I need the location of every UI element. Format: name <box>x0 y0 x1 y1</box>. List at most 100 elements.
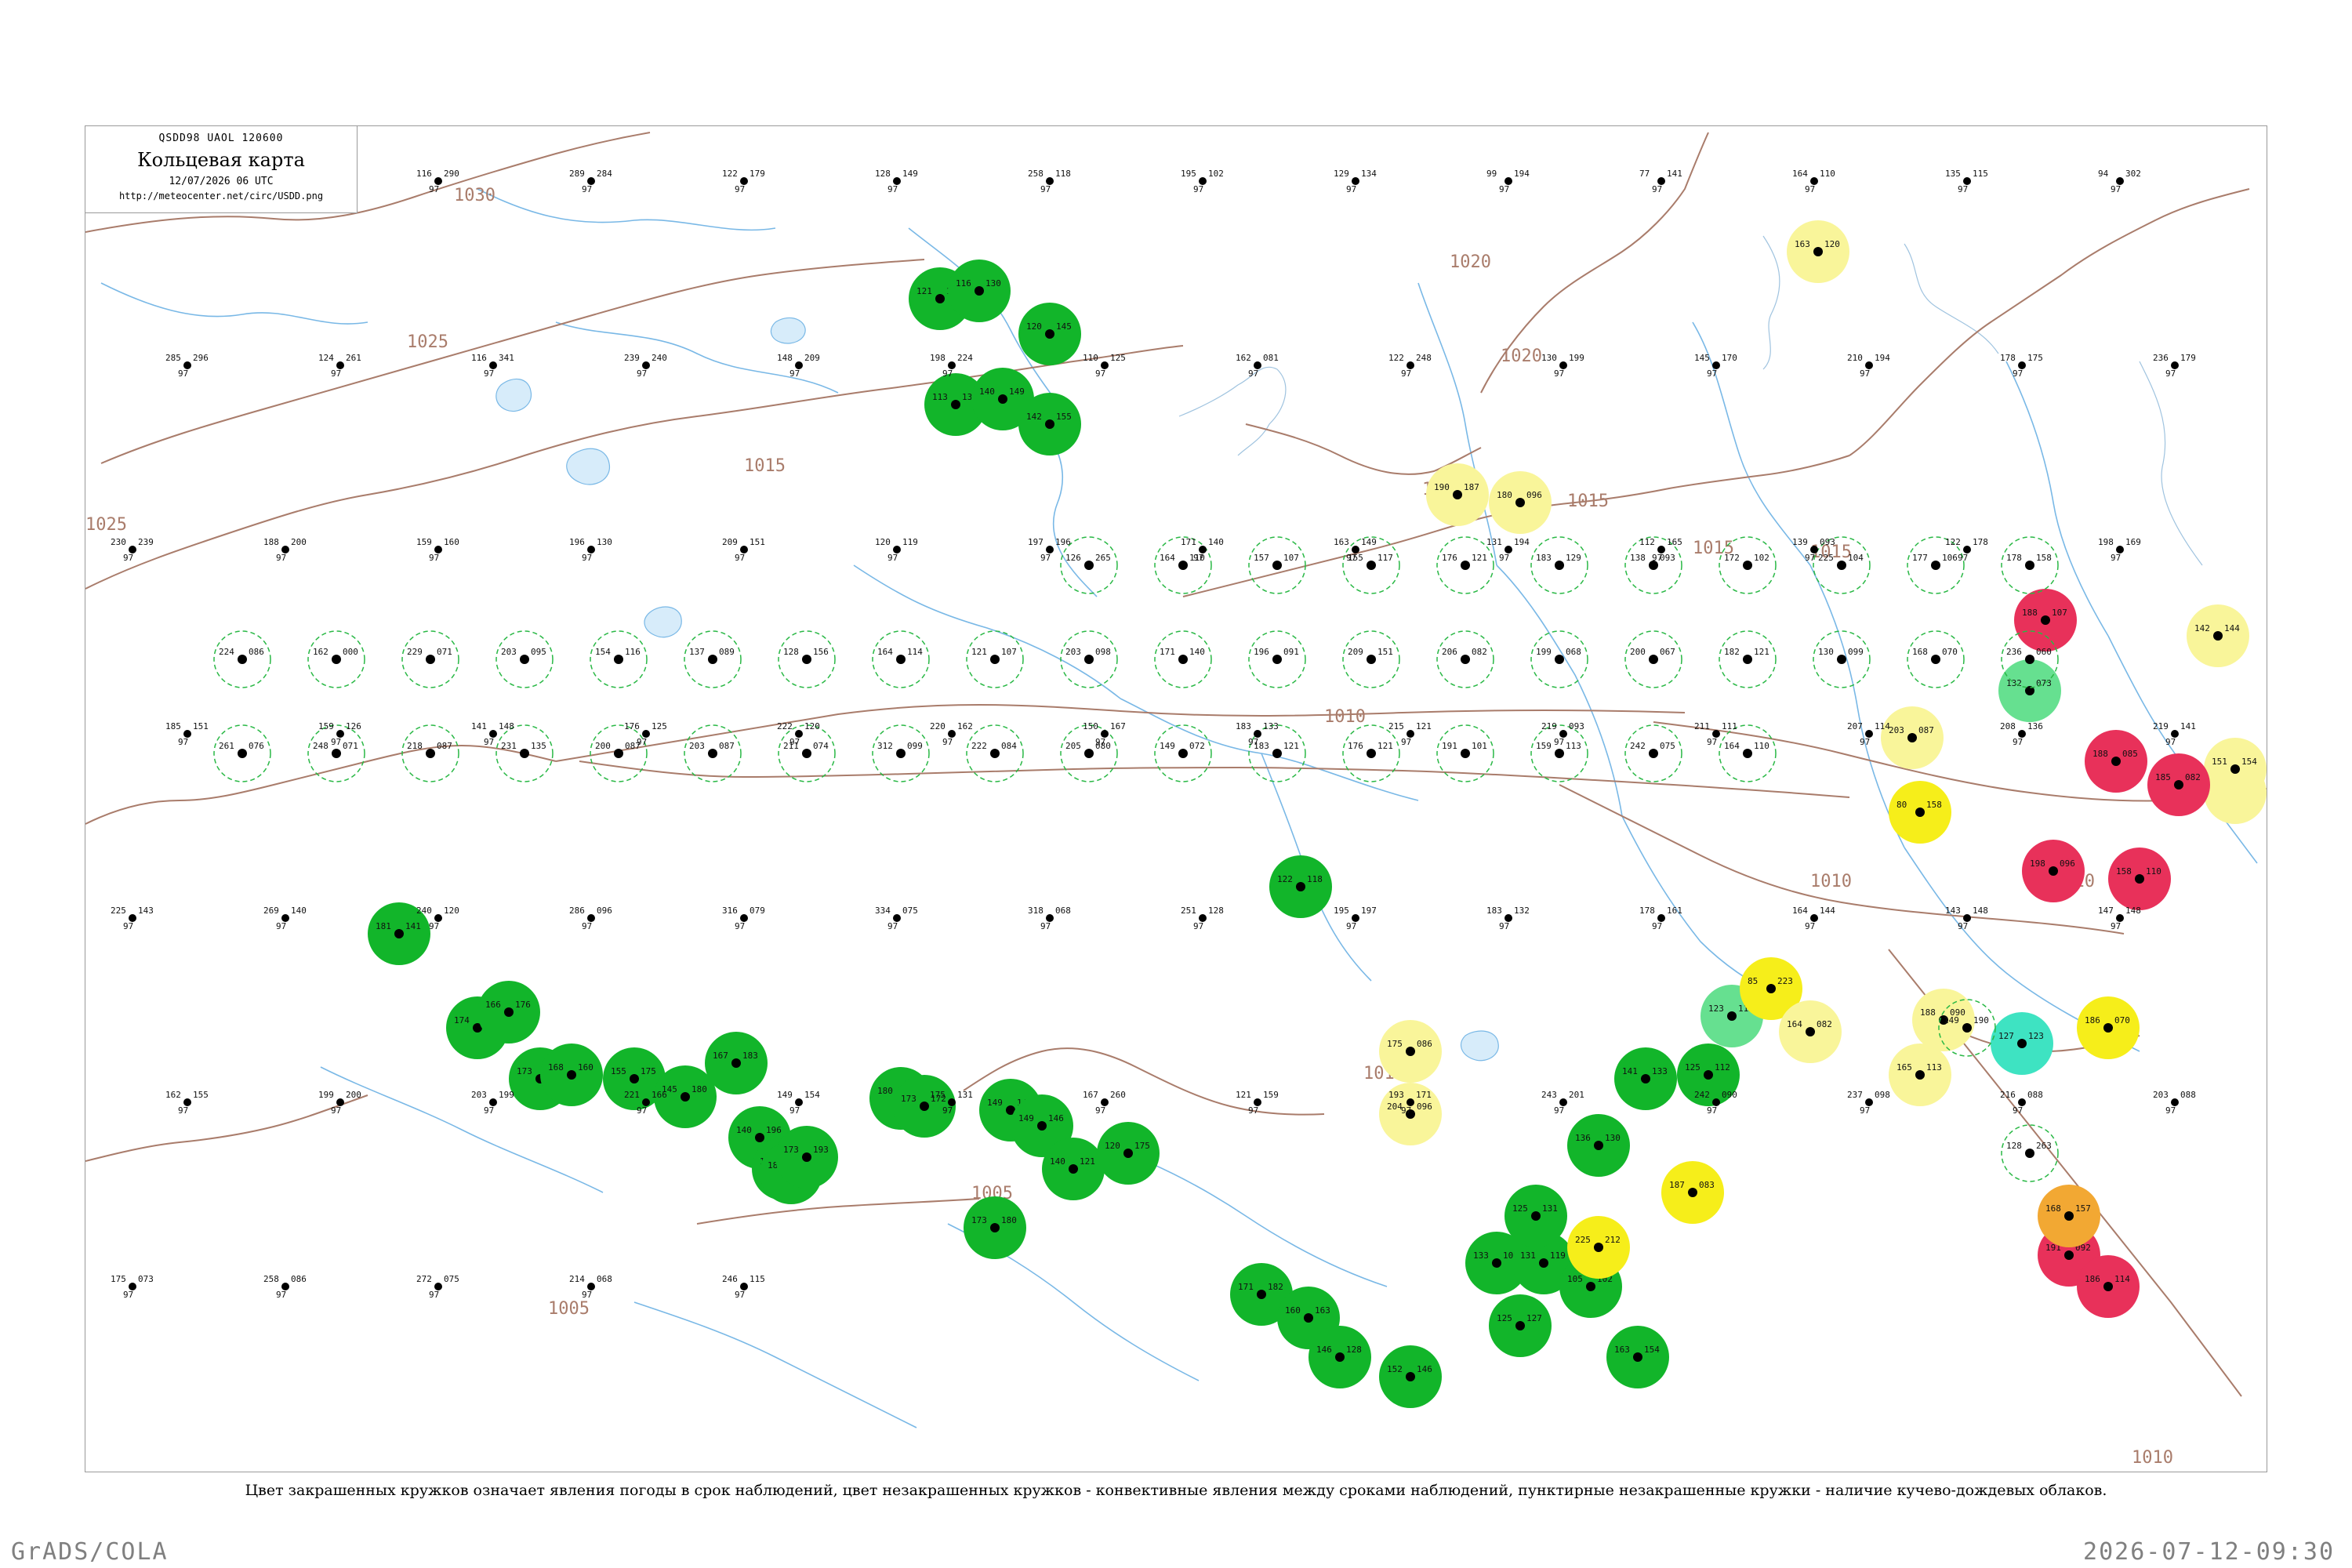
station-marker[interactable]: 198 169 97 <box>2098 537 2141 563</box>
station-marker[interactable]: 186 070 <box>2077 996 2140 1059</box>
station-marker[interactable]: 203 088 97 <box>2153 1090 2196 1116</box>
station-marker[interactable]: 318 068 97 <box>1028 906 1071 931</box>
station-marker[interactable]: 225 212 <box>1567 1216 1630 1279</box>
station-marker[interactable]: 151 154 <box>2204 738 2267 800</box>
station-marker[interactable]: 186 114 <box>2077 1255 2140 1318</box>
station-marker[interactable]: 162 000 <box>307 630 365 688</box>
station-marker[interactable]: 229 071 <box>401 630 459 688</box>
station-marker[interactable]: 195 102 97 <box>1181 169 1224 194</box>
station-marker[interactable]: 196 091 <box>1248 630 1306 688</box>
station-marker[interactable]: 185 151 97 <box>165 721 209 747</box>
station-marker[interactable]: 199 200 97 <box>318 1090 361 1116</box>
station-marker[interactable]: 214 068 97 <box>569 1274 612 1300</box>
station-marker[interactable]: 120 175 <box>1097 1122 1160 1185</box>
station-marker[interactable]: 167 260 97 <box>1083 1090 1126 1116</box>
station-marker[interactable]: 150 167 97 <box>1083 721 1126 747</box>
station-marker[interactable]: 258 086 97 <box>263 1274 307 1300</box>
station-marker[interactable]: 140 121 <box>1042 1138 1105 1200</box>
station-marker[interactable]: 171 140 <box>1154 630 1212 688</box>
station-marker[interactable]: 164 110 <box>1719 724 1777 782</box>
station-marker[interactable]: 218 087 <box>401 724 459 782</box>
station-marker[interactable]: 211 074 <box>778 724 836 782</box>
station-marker[interactable]: 164 144 97 <box>1792 906 1835 931</box>
station-marker[interactable]: 122 179 97 <box>722 169 765 194</box>
station-marker[interactable]: 178 158 <box>2001 536 2059 594</box>
station-marker[interactable]: 159 160 97 <box>416 537 459 563</box>
station-marker[interactable]: 190 187 <box>1426 463 1489 526</box>
station-marker[interactable]: 152 146 <box>1379 1345 1442 1408</box>
station-marker[interactable]: 285 296 97 <box>165 353 209 379</box>
station-marker[interactable]: 116 130 <box>948 260 1011 322</box>
station-marker[interactable]: 163 154 <box>1606 1326 1669 1388</box>
station-marker[interactable]: 122 118 <box>1269 855 1332 918</box>
station-marker[interactable]: 148 209 97 <box>777 353 820 379</box>
station-marker[interactable]: 258 118 97 <box>1028 169 1071 194</box>
station-marker[interactable]: 242 075 <box>1624 724 1682 782</box>
station-marker[interactable]: 216 088 97 <box>2000 1090 2043 1116</box>
station-marker[interactable]: 198 096 <box>2022 840 2085 902</box>
station-marker[interactable]: 77 141 97 <box>1639 169 1682 194</box>
station-marker[interactable]: 316 079 97 <box>722 906 765 931</box>
station-marker[interactable]: 173 180 <box>964 1196 1026 1259</box>
map-url[interactable]: http://meteocenter.net/circ/USDD.png <box>85 191 357 201</box>
station-marker[interactable]: 173 193 <box>775 1126 838 1189</box>
station-marker[interactable]: 246 115 97 <box>722 1274 765 1300</box>
station-marker[interactable]: 185 082 <box>2147 753 2210 816</box>
station-marker[interactable]: 164 110 97 <box>1792 169 1835 194</box>
station-marker[interactable]: 272 075 97 <box>416 1274 459 1300</box>
station-marker[interactable]: 125 131 <box>1504 1185 1567 1247</box>
station-marker[interactable]: 203 095 <box>495 630 554 688</box>
station-marker[interactable]: 225 143 97 <box>111 906 154 931</box>
station-marker[interactable]: 149 154 97 <box>777 1090 820 1116</box>
station-marker[interactable]: 145 170 97 <box>1694 353 1737 379</box>
station-marker[interactable]: 188 107 <box>2014 589 2077 652</box>
station-marker[interactable]: 176 121 <box>1342 724 1400 782</box>
station-marker[interactable]: 121 159 97 <box>1236 1090 1279 1116</box>
station-marker[interactable]: 224 086 <box>213 630 271 688</box>
station-marker[interactable]: 147 148 97 <box>2098 906 2141 931</box>
station-marker[interactable]: 124 261 97 <box>318 353 361 379</box>
station-marker[interactable]: 286 096 97 <box>569 906 612 931</box>
station-marker[interactable]: 131 194 97 <box>1486 537 1530 563</box>
station-marker[interactable]: 248 071 <box>307 724 365 782</box>
station-marker[interactable]: 183 129 <box>1530 536 1588 594</box>
station-marker[interactable]: 236 179 97 <box>2153 353 2196 379</box>
station-marker[interactable]: 120 145 <box>1018 303 1081 365</box>
station-marker[interactable]: 239 240 97 <box>624 353 667 379</box>
station-marker[interactable]: 162 081 97 <box>1236 353 1279 379</box>
station-marker[interactable]: 175 086 <box>1379 1020 1442 1083</box>
station-marker[interactable]: 159 113 <box>1530 724 1588 782</box>
station-marker[interactable]: 154 116 <box>590 630 648 688</box>
station-marker[interactable]: 199 068 <box>1530 630 1588 688</box>
station-marker[interactable]: 163 120 <box>1787 220 1849 283</box>
station-marker[interactable]: 289 284 97 <box>569 169 612 194</box>
station-marker[interactable]: 94 302 97 <box>2098 169 2141 194</box>
station-marker[interactable]: 219 141 97 <box>2153 721 2196 747</box>
station-marker[interactable]: 164 082 <box>1779 1000 1842 1063</box>
station-marker[interactable]: 146 128 <box>1308 1326 1371 1388</box>
station-marker[interactable]: 168 070 <box>1907 630 1965 688</box>
station-marker[interactable]: 178 175 97 <box>2000 353 2043 379</box>
station-marker[interactable]: 208 136 97 <box>2000 721 2043 747</box>
station-marker[interactable]: 135 115 97 <box>1945 169 1988 194</box>
station-marker[interactable]: 243 201 97 <box>1541 1090 1584 1116</box>
station-marker[interactable]: 130 199 97 <box>1541 353 1584 379</box>
station-marker[interactable]: 237 098 97 <box>1847 1090 1890 1116</box>
station-marker[interactable]: 122 248 97 <box>1388 353 1432 379</box>
station-marker[interactable]: 158 110 <box>2108 848 2171 910</box>
station-marker[interactable]: 269 140 97 <box>263 906 307 931</box>
station-marker[interactable]: 183 133 97 <box>1236 721 1279 747</box>
station-marker[interactable]: 261 076 <box>213 724 271 782</box>
station-marker[interactable]: 165 113 <box>1889 1044 1951 1106</box>
station-marker[interactable]: 195 197 97 <box>1334 906 1377 931</box>
station-marker[interactable]: 116 290 97 <box>416 169 459 194</box>
station-marker[interactable]: 222 084 <box>966 724 1024 782</box>
station-marker[interactable]: 162 155 97 <box>165 1090 209 1116</box>
station-marker[interactable]: 183 132 97 <box>1486 906 1530 931</box>
station-marker[interactable]: 188 085 <box>2085 730 2147 793</box>
station-marker[interactable]: 210 194 97 <box>1847 353 1890 379</box>
station-marker[interactable]: 121 107 <box>966 630 1024 688</box>
station-marker[interactable]: 137 089 <box>684 630 742 688</box>
station-marker[interactable]: 206 082 <box>1436 630 1494 688</box>
station-marker[interactable]: 164 114 <box>872 630 930 688</box>
